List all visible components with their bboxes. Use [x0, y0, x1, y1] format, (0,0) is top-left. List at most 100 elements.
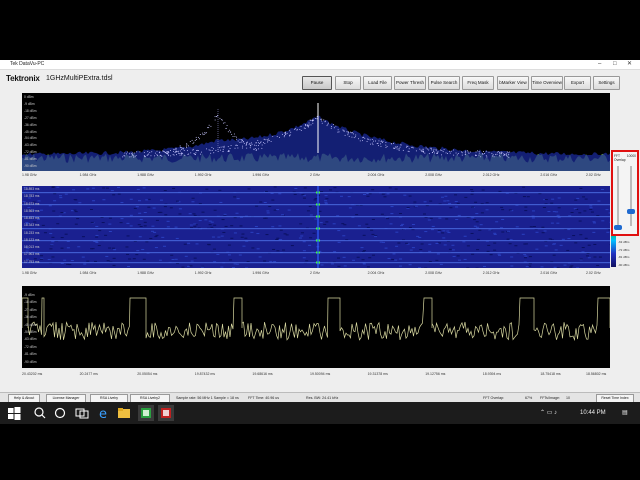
spectrogram-cell — [452, 256, 456, 258]
maximize-icon[interactable]: □ — [613, 60, 617, 69]
spectrum-trace-point — [268, 138, 270, 140]
spectrogram-cell — [175, 237, 179, 239]
toolbar-button-pause[interactable]: Pause — [302, 76, 332, 90]
spectrogram-cell — [380, 213, 384, 215]
spectrum-trace-point — [374, 140, 376, 142]
spectrum-trace-point — [307, 125, 309, 127]
spectrum-trace-point — [161, 155, 163, 157]
spectrogram-cell — [389, 223, 393, 225]
spectrogram-cell — [466, 267, 470, 269]
spectrogram-cell — [246, 261, 250, 263]
axis-tick-label: 18.343 ms — [24, 223, 40, 228]
spectrogram-cell — [191, 197, 195, 199]
spectrogram-cell — [56, 186, 60, 188]
spectrogram-cell — [394, 188, 398, 190]
spectrogram-cell — [342, 235, 346, 237]
toolbar-button-time-overview[interactable]: Time Overview — [531, 76, 563, 90]
edge-browser-icon[interactable]: e — [96, 405, 112, 422]
spectrogram-cell — [263, 260, 267, 262]
spectrum-trace-point — [369, 139, 371, 141]
spectrum-trace-point — [254, 148, 256, 150]
axis-tick-label: -36 dBm — [24, 315, 37, 320]
spectrum-trace-point — [366, 140, 368, 142]
spectrogram-cell — [195, 243, 199, 245]
axis-tick-label: -18 dBm — [24, 300, 37, 305]
spectrum-trace-point — [218, 147, 220, 149]
spectrogram-cell — [463, 258, 467, 260]
toolbar-button-load-file[interactable]: Load File — [363, 76, 392, 90]
cortana-icon[interactable] — [52, 405, 68, 421]
scale-tick-label: -90 dBm — [618, 263, 630, 267]
spectrum-trace-point — [407, 146, 409, 148]
spectrogram-cell — [188, 213, 192, 215]
spectrogram-cell — [127, 266, 131, 268]
overlap-slider-handle[interactable] — [614, 225, 622, 230]
spectrogram-cell — [98, 230, 102, 232]
spectrogram-cell — [86, 260, 90, 262]
spectrogram-cell — [138, 212, 142, 214]
spectrogram-cell — [233, 217, 237, 219]
spectrogram-cell — [579, 234, 583, 236]
spectrogram-cell — [333, 187, 337, 189]
toolbar-button-settings[interactable]: Settings — [593, 76, 620, 90]
spectrogram-cell — [521, 233, 525, 235]
close-icon[interactable]: ✕ — [627, 60, 632, 69]
spectrum-trace-point — [242, 145, 244, 147]
spectrogram-cell — [60, 247, 64, 249]
tray-icons[interactable]: ⌃ ▭ ♪ — [540, 402, 557, 424]
spectrogram-cell — [429, 200, 433, 202]
spectrum-trace-point — [148, 153, 150, 155]
app-red-icon[interactable] — [158, 405, 174, 421]
notification-icon[interactable]: ▤ — [622, 402, 628, 424]
toolbar-button-stop[interactable]: Stop — [335, 76, 361, 90]
spectrogram-cell — [112, 264, 116, 266]
toolbar-button-export[interactable]: Export — [564, 76, 591, 90]
minimize-icon[interactable]: – — [598, 60, 601, 69]
toolbar-button-bmarker-view[interactable]: bMarker View — [497, 76, 529, 90]
spectrogram-cell — [108, 247, 112, 249]
spectrum-trace-point — [308, 122, 310, 124]
axis-tick-label: 1.98 GHz — [22, 271, 37, 275]
spectrum-trace-point — [243, 142, 245, 144]
spectrum-trace-point — [174, 149, 176, 151]
toolbar-button-power-thresh[interactable]: Power Thresh — [394, 76, 426, 90]
spectrum-trace-point — [180, 152, 182, 154]
clock[interactable]: 10:44 PM — [580, 402, 606, 424]
spectrogram-cell — [309, 214, 313, 216]
spectrogram-cell — [136, 188, 140, 190]
spectrogram-cell — [251, 247, 255, 249]
app-green-icon[interactable] — [138, 405, 154, 421]
windows-start-icon[interactable] — [6, 405, 22, 421]
spectrum-trace-point — [464, 154, 466, 156]
spectrum-trace-point — [421, 150, 423, 152]
spectrogram-cell — [524, 210, 528, 212]
image-slider-track[interactable] — [630, 166, 632, 226]
spectrum-trace-point — [509, 151, 511, 153]
search-icon[interactable] — [32, 405, 48, 421]
spectrogram-cell — [78, 202, 82, 204]
spectrogram-cell — [365, 223, 369, 225]
spectrogram-cell — [241, 233, 245, 235]
spectrogram-cell — [463, 235, 467, 237]
sample-rate-text: Sample rate: 56 MHz 1 Sample = 18 ns — [176, 396, 239, 400]
spectrum-trace-point — [196, 149, 198, 151]
toolbar-button-freq-mask[interactable]: Freq Mask — [462, 76, 494, 90]
image-slider-handle[interactable] — [627, 209, 635, 214]
overlap-slider-track[interactable] — [617, 166, 619, 226]
spectrogram-cell — [506, 230, 510, 232]
spectrogram-cell — [587, 257, 591, 259]
spectrogram-cell — [104, 234, 108, 236]
spectrogram-cell — [329, 189, 333, 191]
spectrum-trace-point — [506, 151, 508, 153]
spectrum-trace-point — [186, 144, 188, 146]
task-view-icon[interactable] — [74, 405, 90, 421]
toolbar-button-pulse-search[interactable]: Pulse Search — [428, 76, 460, 90]
spectrogram-cell — [578, 220, 582, 222]
spectrogram-cell — [394, 259, 398, 261]
spectrogram-cell — [574, 199, 578, 201]
spectrum-trace-point — [344, 134, 346, 136]
file-explorer-icon[interactable] — [116, 405, 132, 421]
spectrogram-cell — [487, 244, 491, 246]
spectrum-trace-point — [131, 152, 133, 154]
spectrogram-cell — [347, 196, 351, 198]
